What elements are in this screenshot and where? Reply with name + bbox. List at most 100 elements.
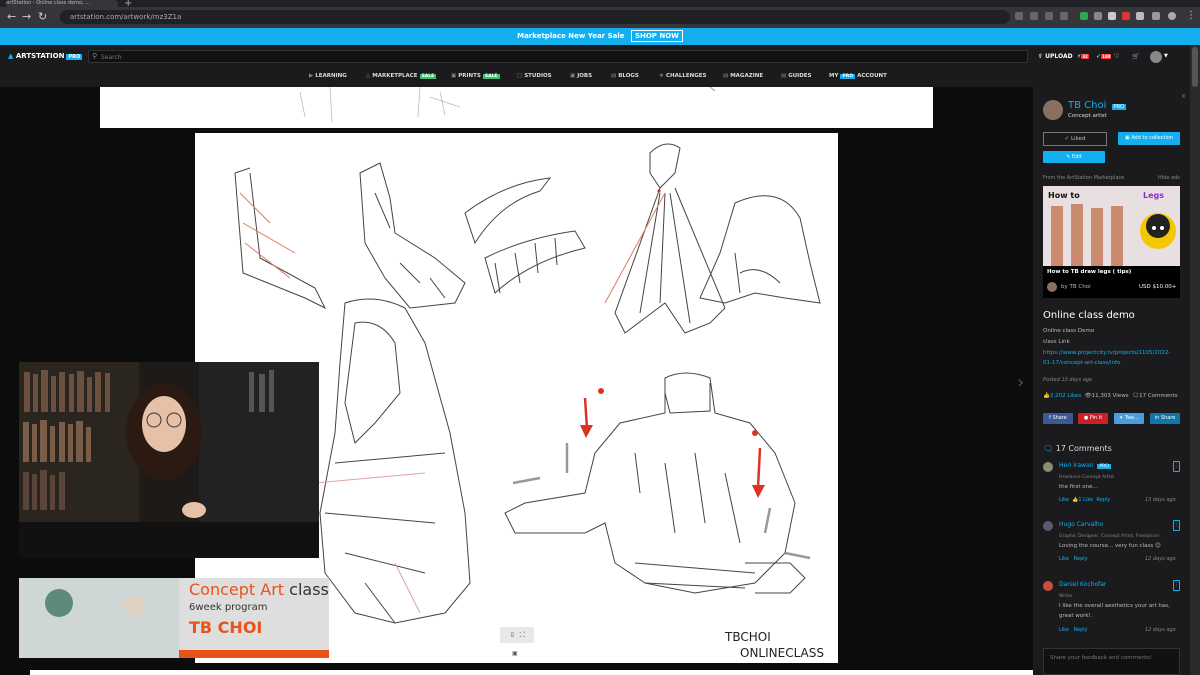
- forward-icon[interactable]: →: [22, 10, 31, 23]
- product-author: by TB Choi: [1061, 284, 1091, 290]
- embed-icon[interactable]: ▣: [512, 650, 518, 657]
- add-collection-label: Add to collection: [1131, 135, 1174, 141]
- author-name-link[interactable]: TB Choi PRO: [1068, 100, 1128, 111]
- red-extension-icon[interactable]: [1122, 12, 1130, 20]
- share-tw-label: Twe...: [1124, 415, 1139, 421]
- notifications-icon[interactable]: ⚡32: [1077, 53, 1089, 60]
- description-line-1: Online class Demo: [1043, 328, 1095, 334]
- commenter-name-link[interactable]: Daniel Kochofar: [1059, 581, 1106, 588]
- bookmark-icon[interactable]: [1060, 12, 1068, 20]
- twitter-button[interactable]: ✦ Twe...: [1114, 413, 1144, 424]
- commenter-role: Freelance Concept Artist: [1059, 475, 1115, 480]
- commenter-name-link[interactable]: Hugo Carvalho: [1059, 521, 1103, 528]
- comment-likes-count[interactable]: 1 Like: [1078, 497, 1093, 503]
- media-icon[interactable]: [1152, 12, 1160, 20]
- nav-marketplace[interactable]: △ MARKETPLACE SALE: [366, 73, 437, 79]
- comment-like-link[interactable]: Like: [1059, 497, 1069, 503]
- description-link-1[interactable]: https://www.projectcity.tv/projects/1105…: [1043, 350, 1170, 356]
- magazine-icon: ▤: [723, 73, 729, 79]
- likes-count[interactable]: 2,202 Likes: [1050, 393, 1081, 399]
- product-title: How to TB draw legs ( tips): [1047, 269, 1132, 275]
- comment-menu-icon[interactable]: ⋮: [1173, 461, 1180, 472]
- nav-challenges[interactable]: ★ CHALLENGES: [659, 73, 706, 79]
- cart-icon[interactable]: 🛒: [1132, 53, 1139, 60]
- commenter-avatar[interactable]: [1043, 521, 1053, 531]
- comment-menu-icon[interactable]: ⋮: [1173, 520, 1180, 531]
- reload-icon[interactable]: ↻: [38, 10, 47, 23]
- zoom-icon[interactable]: [1030, 12, 1038, 20]
- promo-accent-bar: [179, 650, 329, 658]
- add-to-collection-button[interactable]: ▣ Add to collection: [1118, 132, 1180, 145]
- marketplace-product-card[interactable]: How to Legs How to TB draw legs ( tips) …: [1043, 186, 1180, 298]
- comment-like-link[interactable]: Like: [1059, 627, 1069, 633]
- artwork-image-previous[interactable]: [100, 86, 933, 128]
- comment-menu-icon[interactable]: ⋮: [1173, 580, 1180, 591]
- download-icon[interactable]: ⇩: [509, 631, 515, 639]
- nav-guides[interactable]: ▤ GUIDES: [781, 73, 812, 79]
- nav-studios[interactable]: □ STUDIOS: [517, 73, 552, 79]
- nav-jobs[interactable]: ▣ JOBS: [570, 73, 592, 79]
- s-extension-icon[interactable]: [1108, 12, 1116, 20]
- sale-badge: SALE: [419, 74, 437, 79]
- webcam-overlay: [19, 362, 319, 558]
- edit-button[interactable]: ✎ Edit: [1043, 151, 1105, 163]
- linkedin-button[interactable]: in Share: [1150, 413, 1180, 424]
- commenter-avatar[interactable]: [1043, 462, 1053, 472]
- brush-extension-icon[interactable]: [1094, 12, 1102, 20]
- commenter-name-link[interactable]: Heri Irawan PRO: [1059, 462, 1113, 469]
- scrollbar-thumb[interactable]: [1192, 47, 1198, 87]
- fullscreen-icon[interactable]: ⛶: [520, 631, 525, 639]
- marketplace-icon: △: [366, 73, 371, 79]
- jobs-icon: ▣: [570, 73, 576, 79]
- author-avatar[interactable]: [1043, 100, 1063, 120]
- nav-prints[interactable]: ▣ PRINTS SALE: [451, 73, 500, 79]
- commenter-avatar[interactable]: [1043, 581, 1053, 591]
- comment-actions: Like 👍1 Like Reply: [1059, 497, 1110, 503]
- nav-my-pro-account[interactable]: MY PRO ACCOUNT: [829, 73, 887, 79]
- profile-icon[interactable]: [1168, 12, 1176, 20]
- signature-line-2: ONLINECLASS: [740, 646, 824, 660]
- upload-button[interactable]: ⇧ UPLOAD: [1038, 53, 1073, 60]
- page-scrollbar[interactable]: [1190, 45, 1200, 675]
- posted-date: Posted 13 days ago: [1043, 377, 1093, 383]
- nav-learning[interactable]: ▶ LEARNING: [309, 73, 347, 79]
- close-icon[interactable]: ×: [1181, 93, 1186, 100]
- nav-blogs[interactable]: ▤ BLOGS: [611, 73, 639, 79]
- comment-reply-link[interactable]: Reply: [1074, 627, 1088, 633]
- puzzle-icon[interactable]: [1136, 12, 1144, 20]
- user-avatar[interactable]: [1150, 51, 1162, 63]
- search-icon: ⚲: [92, 52, 98, 60]
- search-input[interactable]: Search: [88, 50, 1028, 63]
- chevron-down-icon[interactable]: ▼: [1164, 53, 1168, 59]
- promo-title-2: class: [284, 580, 329, 599]
- next-artwork-chevron-icon[interactable]: ›: [1017, 372, 1024, 393]
- pinterest-button[interactable]: ● Pin it: [1078, 413, 1108, 424]
- browser-tab[interactable]: ArtStation - Online class demo, ...: [6, 0, 118, 7]
- comment-input[interactable]: Share your feedback and comments!: [1043, 648, 1180, 675]
- back-icon[interactable]: ←: [7, 10, 16, 23]
- artstation-logo[interactable]: ▲ ARTSTATION PRO: [8, 52, 83, 60]
- description-link-2[interactable]: 01-17/concept-art-class/info: [1043, 360, 1120, 366]
- messages-icon[interactable]: ✓100: [1096, 53, 1112, 60]
- share-icon[interactable]: [1045, 12, 1053, 20]
- facebook-share-button[interactable]: f Share: [1043, 413, 1073, 424]
- likes-icon[interactable]: ♡: [1114, 53, 1119, 60]
- liked-button[interactable]: ✓ Liked: [1043, 132, 1107, 146]
- comment-reply-link[interactable]: Reply: [1074, 556, 1088, 562]
- challenges-icon: ★: [659, 73, 664, 79]
- extension-icon[interactable]: [1080, 12, 1088, 20]
- nav-magazine[interactable]: ▤ MAGAZINE: [723, 73, 763, 79]
- nav-magazine-label: MAGAZINE: [730, 73, 764, 79]
- comment-like-link[interactable]: Like: [1059, 556, 1069, 562]
- product-image: How to Legs: [1043, 186, 1180, 266]
- artwork-image-next[interactable]: [30, 670, 1033, 675]
- comment-time: 12 days ago: [1145, 556, 1176, 562]
- menu-dots-icon[interactable]: ⋮: [1186, 10, 1196, 21]
- hide-ads-link[interactable]: Hide ads: [1158, 175, 1180, 181]
- url-field[interactable]: artstation.com/artwork/mz3Z1a: [60, 10, 1010, 24]
- comment-reply-link[interactable]: Reply: [1096, 497, 1110, 503]
- shop-now-button[interactable]: SHOP NOW: [630, 30, 683, 42]
- share-in-label: Share: [1160, 415, 1176, 421]
- translate-icon[interactable]: [1015, 12, 1023, 20]
- product-image-text-2: Legs: [1143, 191, 1164, 200]
